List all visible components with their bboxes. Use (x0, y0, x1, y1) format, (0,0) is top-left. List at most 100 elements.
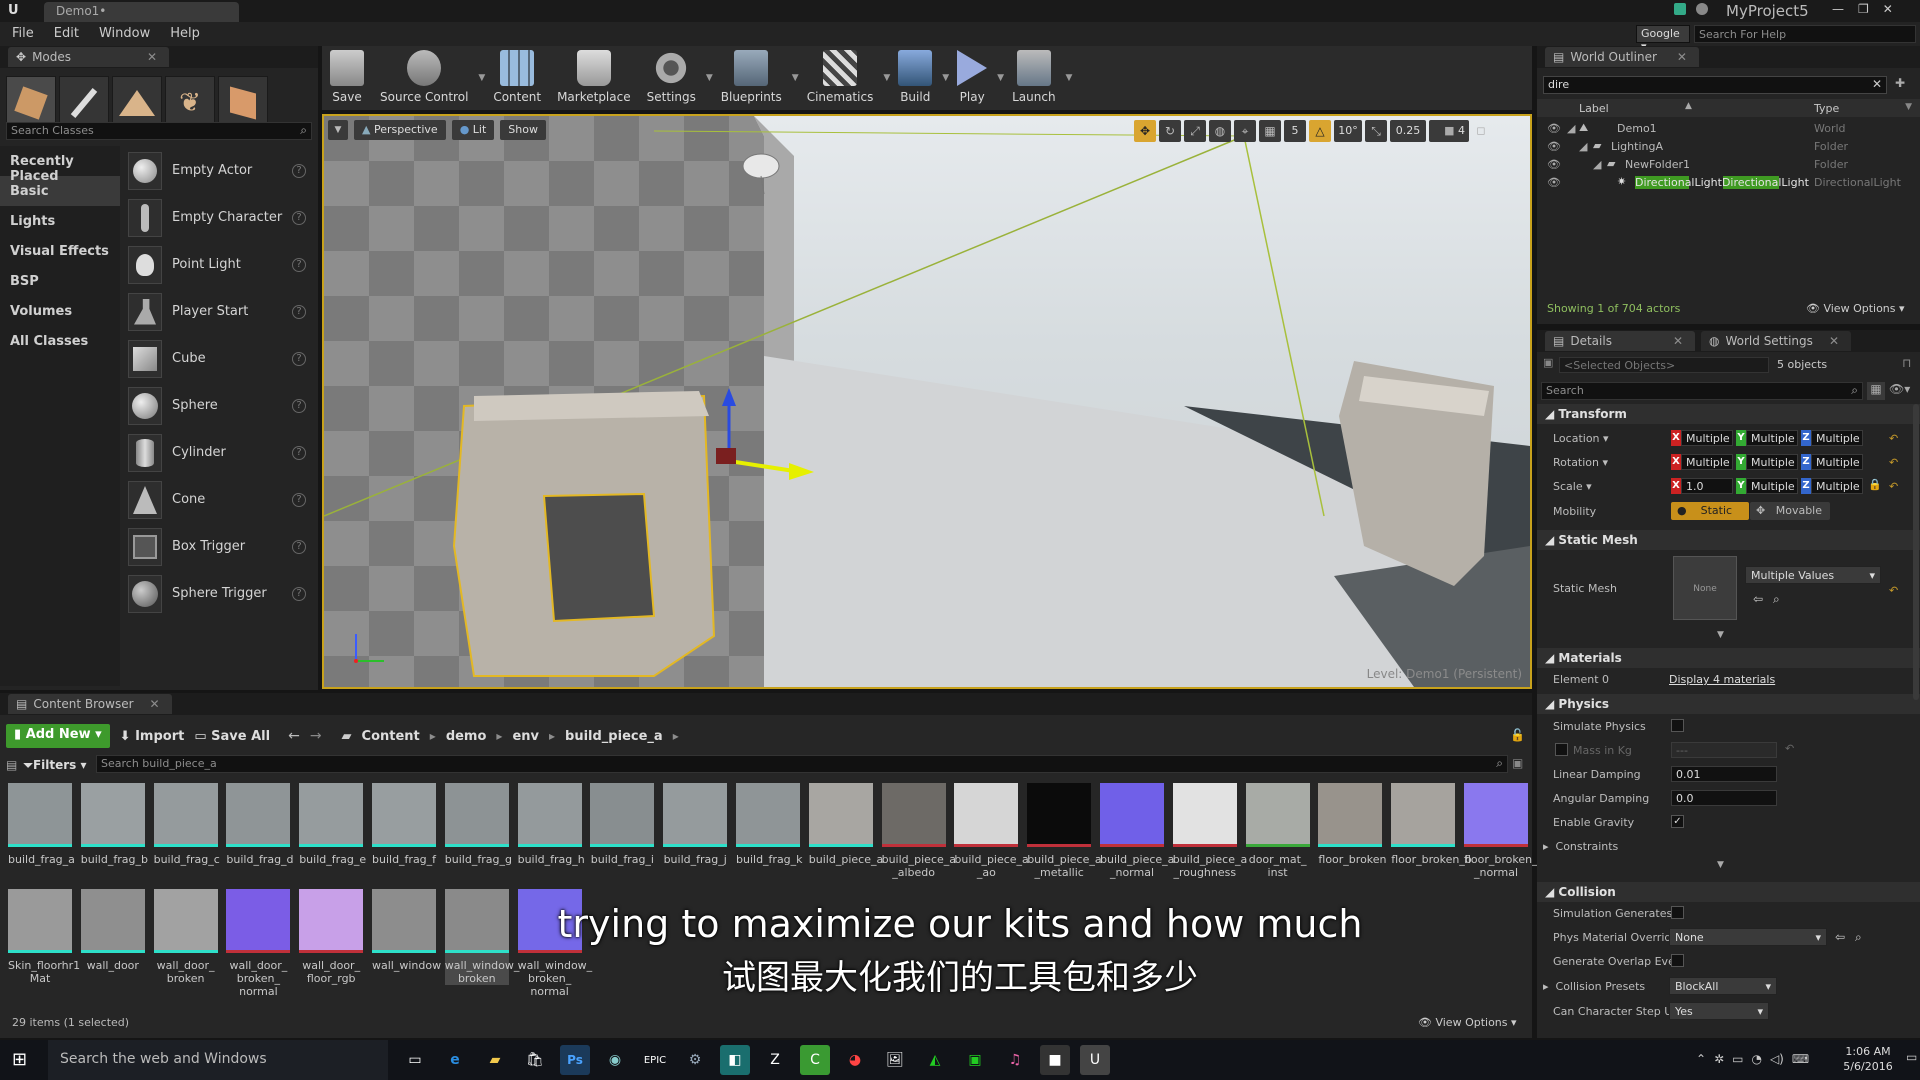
enable-gravity-checkbox[interactable]: ✓ (1671, 815, 1684, 828)
asset-tile[interactable]: door_mat_ inst (1245, 783, 1310, 879)
settings-button[interactable]: Settings (639, 46, 704, 110)
rotation-z-field[interactable]: Multiple (1811, 454, 1863, 470)
menu-file[interactable]: File (2, 22, 44, 45)
asset-tile[interactable]: build_piece_a _roughness (1172, 783, 1247, 879)
translate-mode-icon[interactable]: ✥ (1134, 120, 1156, 142)
asset-tile[interactable]: build_frag_i (590, 783, 655, 866)
scale-mode-icon[interactable]: ⤢ (1184, 120, 1206, 142)
transform-section-header[interactable]: ◢ Transform (1537, 404, 1920, 424)
asset-tile[interactable]: build_frag_h (517, 783, 585, 866)
marketplace-button[interactable]: Marketplace (549, 46, 639, 110)
type-column-header[interactable]: Type (1814, 102, 1839, 115)
outliner-view-options-button[interactable]: 👁 View Options ▾ (1806, 302, 1905, 315)
place-item-cone[interactable]: Cone? (122, 476, 316, 523)
phys-material-combo[interactable]: None ▾ (1669, 928, 1827, 946)
outliner-row-directional-light[interactable]: 👁 ✷ DirectionalLightDirectionalLight Dir… (1537, 174, 1920, 192)
search-classes-input[interactable]: Search Classes ⌕ (6, 122, 312, 140)
mobility-static-button[interactable]: ● Static (1671, 502, 1749, 520)
content-button[interactable]: Content (485, 46, 549, 110)
menu-help[interactable]: Help (160, 22, 210, 45)
place-item-cube[interactable]: Cube? (122, 335, 316, 382)
add-new-button[interactable]: ▮ Add New ▾ (6, 724, 110, 748)
photoshop-icon[interactable]: Ps (560, 1045, 590, 1075)
scale-snap-icon[interactable]: ⤡ (1365, 120, 1387, 142)
unreal-editor-taskbar-icon[interactable]: U (1080, 1045, 1110, 1075)
property-matrix-icon[interactable]: ▦ (1867, 382, 1885, 400)
help-icon[interactable]: ? (292, 398, 306, 413)
grid-snap-value[interactable]: 5 (1284, 120, 1306, 142)
substance-icon[interactable]: ◧ (720, 1045, 750, 1075)
place-item-sphere-trigger[interactable]: Sphere Trigger? (122, 570, 316, 617)
expand-advanced-icon[interactable]: ▼ (1717, 630, 1724, 640)
static-mesh-combo[interactable]: Multiple Values ▾ (1745, 566, 1881, 584)
tray-network-icon[interactable]: ◔ (1751, 1052, 1761, 1066)
level-tab[interactable]: Demo1• (44, 2, 239, 22)
category-lights[interactable]: Lights (0, 206, 120, 236)
place-item-box-trigger[interactable]: Box Trigger? (122, 523, 316, 570)
edge-browser-icon[interactable]: e (440, 1045, 470, 1075)
maximize-viewport-icon[interactable]: ◻ (1472, 120, 1490, 142)
save-all-button[interactable]: ▭ Save All (194, 729, 270, 744)
menu-window[interactable]: Window (89, 22, 160, 45)
visibility-eye-icon[interactable]: 👁 (1547, 176, 1561, 189)
asset-tile[interactable]: build_frag_j (663, 783, 728, 866)
maximize-icon[interactable]: ❐ (1858, 2, 1869, 16)
camtasia-recorder-icon[interactable]: ▣ (960, 1045, 990, 1075)
breadcrumb-content[interactable]: Content (362, 729, 420, 744)
show-dropdown[interactable]: Show (500, 120, 546, 140)
itunes-icon[interactable]: ♫ (1000, 1045, 1030, 1075)
location-x-field[interactable]: Multiple (1681, 430, 1733, 446)
materials-section-header[interactable]: ◢ Materials (1537, 648, 1920, 668)
photos-icon[interactable]: 🖼 (880, 1045, 910, 1075)
scale-z-field[interactable]: Multiple (1811, 478, 1863, 494)
steam-icon[interactable]: ⚙ (680, 1045, 710, 1075)
details-tab[interactable]: ▤ Details ✕ (1545, 331, 1695, 351)
cinematics-button[interactable]: Cinematics (799, 46, 882, 110)
import-button[interactable]: ⬇ Import (120, 729, 185, 744)
scale-lock-icon[interactable]: 🔒 (1868, 478, 1882, 491)
asset-tile[interactable]: build_piece_a _normal (1100, 783, 1174, 879)
save-search-icon[interactable]: ▣ (1512, 756, 1523, 770)
asset-tile[interactable]: floor_broken_b (1391, 783, 1472, 866)
breadcrumb-env[interactable]: env (512, 729, 539, 744)
action-center-icon[interactable]: ▭ (1906, 1050, 1917, 1064)
place-item-point-light[interactable]: Point Light? (122, 241, 316, 288)
constraints-row[interactable]: ▸ Constraints (1543, 840, 1618, 853)
asset-tile[interactable]: build_piece_a _metallic (1027, 783, 1102, 879)
help-icon[interactable]: ? (292, 445, 306, 460)
visibility-eye-icon[interactable]: 👁 (1547, 122, 1561, 135)
modes-tab[interactable]: ✥ Modes ✕ (8, 47, 170, 67)
taskbar-search-input[interactable]: Search the web and Windows (48, 1040, 388, 1080)
expand-arrow-icon[interactable]: ◢ (1567, 122, 1575, 135)
play-button[interactable]: Play (949, 46, 995, 110)
help-icon[interactable]: ? (292, 539, 306, 554)
physics-section-header[interactable]: ◢ Physics (1537, 694, 1920, 714)
settings-dropdown-icon[interactable]: ▼ (706, 73, 713, 83)
reset-mesh-icon[interactable]: ↶ (1889, 584, 1898, 597)
blueprints-dropdown-icon[interactable]: ▼ (792, 73, 799, 83)
place-item-empty-character[interactable]: Empty Character? (122, 194, 316, 241)
outliner-row-newfolder1[interactable]: 👁 ◢ ▰ NewFolder1 Folder (1537, 156, 1920, 174)
place-item-sphere[interactable]: Sphere? (122, 382, 316, 429)
asset-tile[interactable]: floor_broken (1318, 783, 1387, 866)
static-mesh-thumbnail[interactable]: None (1673, 556, 1737, 620)
help-icon[interactable]: ? (292, 257, 306, 272)
display-materials-link[interactable]: Display 4 materials (1669, 673, 1775, 686)
category-bsp[interactable]: BSP (0, 266, 120, 296)
zbrush-icon[interactable]: Z (760, 1045, 790, 1075)
asset-tile[interactable]: build_frag_b (80, 783, 148, 866)
reset-scale-icon[interactable]: ↶ (1889, 480, 1898, 493)
viewport-options-dropdown[interactable]: ▼ (328, 120, 348, 140)
launch-button[interactable]: Launch (1004, 46, 1063, 110)
content-view-options-button[interactable]: 👁 View Options ▾ (1418, 1016, 1517, 1029)
mobility-movable-button[interactable]: ✥ Movable (1750, 502, 1830, 520)
cinematics-dropdown-icon[interactable]: ▼ (883, 73, 890, 83)
content-browser-tab[interactable]: ▤ Content Browser ✕ (8, 694, 172, 714)
category-volumes[interactable]: Volumes (0, 296, 120, 326)
rotation-y-field[interactable]: Multiple (1746, 454, 1798, 470)
asset-tile[interactable]: build_frag_f (372, 783, 436, 866)
category-visual-effects[interactable]: Visual Effects (0, 236, 120, 266)
surface-snap-icon[interactable]: ⌖ (1234, 120, 1256, 142)
lock-icon[interactable]: 🔓 (1510, 728, 1525, 742)
save-button[interactable]: Save (322, 46, 372, 110)
